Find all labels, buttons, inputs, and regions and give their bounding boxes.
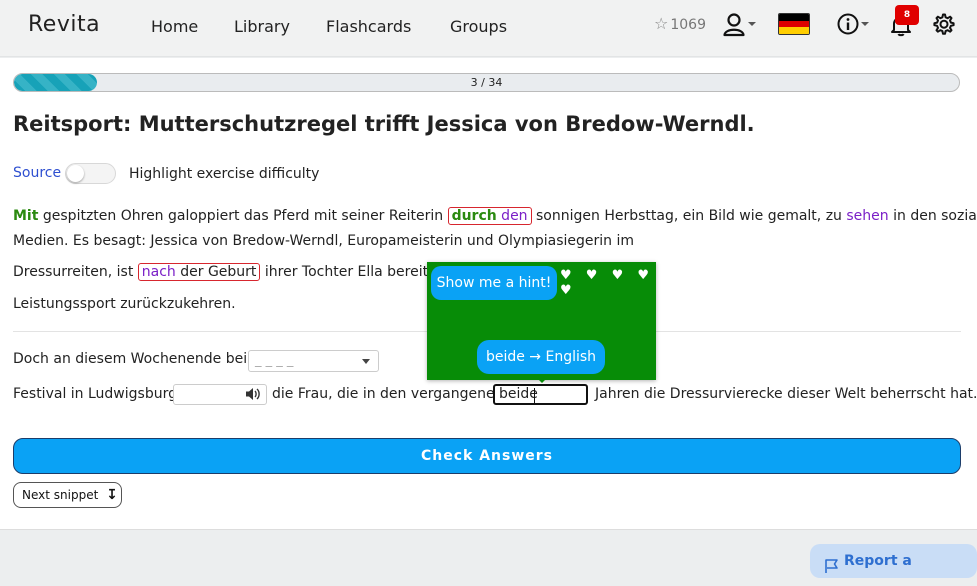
german-flag-icon[interactable]: [778, 13, 810, 35]
answer-value: beide: [499, 386, 538, 402]
nav-link-flashcards[interactable]: Flashcards: [326, 17, 411, 36]
text-segment: sonnigen Herbsttag, ein Bild wie gemalt,…: [531, 208, 847, 224]
flag-icon: [824, 553, 840, 586]
source-link[interactable]: Source: [13, 165, 61, 181]
text-line-6a: Festival in Ludwigsburg: [13, 386, 177, 402]
popup-arrow: [537, 378, 547, 383]
text-word[interactable]: der Geburt: [176, 264, 256, 280]
text-word[interactable]: Mit: [13, 208, 38, 224]
gear-icon: [933, 13, 955, 35]
user-icon: [723, 13, 756, 37]
progress-label: 3 / 34: [470, 76, 503, 89]
listening-input[interactable]: [173, 384, 267, 405]
info-icon: [837, 13, 869, 35]
report-problem-button[interactable]: Report a problem: [810, 544, 977, 578]
text-segment: Dressurreiten, ist: [13, 264, 138, 280]
text-chunk-boxed[interactable]: nach der Geburt: [137, 263, 261, 281]
text-line-3: Dressurreiten, ist nach der Geburt ihrer…: [13, 262, 474, 282]
nav-link-library[interactable]: Library: [234, 17, 290, 36]
highlight-difficulty-label: Highlight exercise difficulty: [129, 166, 320, 182]
next-snippet-label: Next snippet: [22, 488, 99, 502]
translate-button[interactable]: beide → English: [477, 340, 605, 374]
arrow-down-icon: ↧: [106, 487, 118, 503]
show-hint-button[interactable]: Show me a hint!: [431, 266, 557, 300]
text-line-6b: die Frau, die in den vergangenen: [272, 386, 504, 402]
text-segment: gespitzten Ohren galoppiert das Pferd mi…: [38, 208, 448, 224]
nav-link-home[interactable]: Home: [151, 17, 198, 36]
chevron-down-icon: [362, 359, 370, 364]
text-line-2: Medien. Es besagt: Jessica von Bredow-We…: [13, 233, 634, 249]
info-menu[interactable]: [836, 12, 870, 42]
navbar: Revita Home Library Flashcards Groups ☆ 1…: [0, 0, 977, 57]
check-answers-button[interactable]: Check Answers: [13, 438, 961, 474]
text-word[interactable]: nach: [142, 264, 176, 280]
text-line-5: Doch an diesem Wochenende beim: [13, 351, 261, 367]
exercise-title: Reitsport: Mutterschutzregel trifft Jess…: [13, 112, 755, 136]
report-problem-label: Report a problem: [844, 553, 912, 569]
text-segment: in den sozialen: [893, 208, 977, 224]
speaker-icon[interactable]: [245, 387, 261, 405]
settings-button[interactable]: [931, 12, 955, 40]
nav-link-groups[interactable]: Groups: [450, 17, 507, 36]
toggle-knob: [67, 165, 84, 182]
word-select[interactable]: _ _ _ _: [248, 350, 379, 372]
stars-count: 1069: [670, 17, 706, 33]
stars-counter: ☆ 1069: [654, 14, 706, 33]
user-menu[interactable]: [723, 12, 759, 42]
star-icon: ☆: [654, 14, 669, 33]
text-chunk-boxed[interactable]: durch den: [447, 207, 532, 225]
text-word[interactable]: durch: [452, 208, 497, 224]
select-placeholder: _ _ _ _: [255, 353, 294, 368]
highlight-difficulty-toggle[interactable]: [65, 163, 116, 184]
hearts-icon: ♥ ♥ ♥ ♥ ♥: [560, 268, 655, 298]
hint-popup: Show me a hint! ♥ ♥ ♥ ♥ ♥ beide → Englis…: [427, 262, 656, 380]
brand-logo[interactable]: Revita: [28, 12, 100, 37]
text-line-1: Mit gespitzten Ohren galoppiert das Pfer…: [13, 206, 977, 226]
notification-badge: 8: [895, 5, 919, 25]
text-word[interactable]: den: [497, 208, 527, 224]
next-snippet-button[interactable]: Next snippet ↧: [13, 482, 122, 508]
text-word[interactable]: sehen: [846, 208, 888, 224]
text-caret: [534, 388, 535, 403]
progress-bar: 3 / 34: [13, 73, 960, 92]
answer-input[interactable]: beide: [493, 384, 588, 405]
text-segment: ihrer Tochter Ella bereit,: [260, 264, 438, 280]
text-line-4: Leistungssport zurückzukehren.: [13, 296, 236, 312]
text-line-6c: Jahren die Dressurvierecke dieser Welt b…: [595, 386, 977, 402]
